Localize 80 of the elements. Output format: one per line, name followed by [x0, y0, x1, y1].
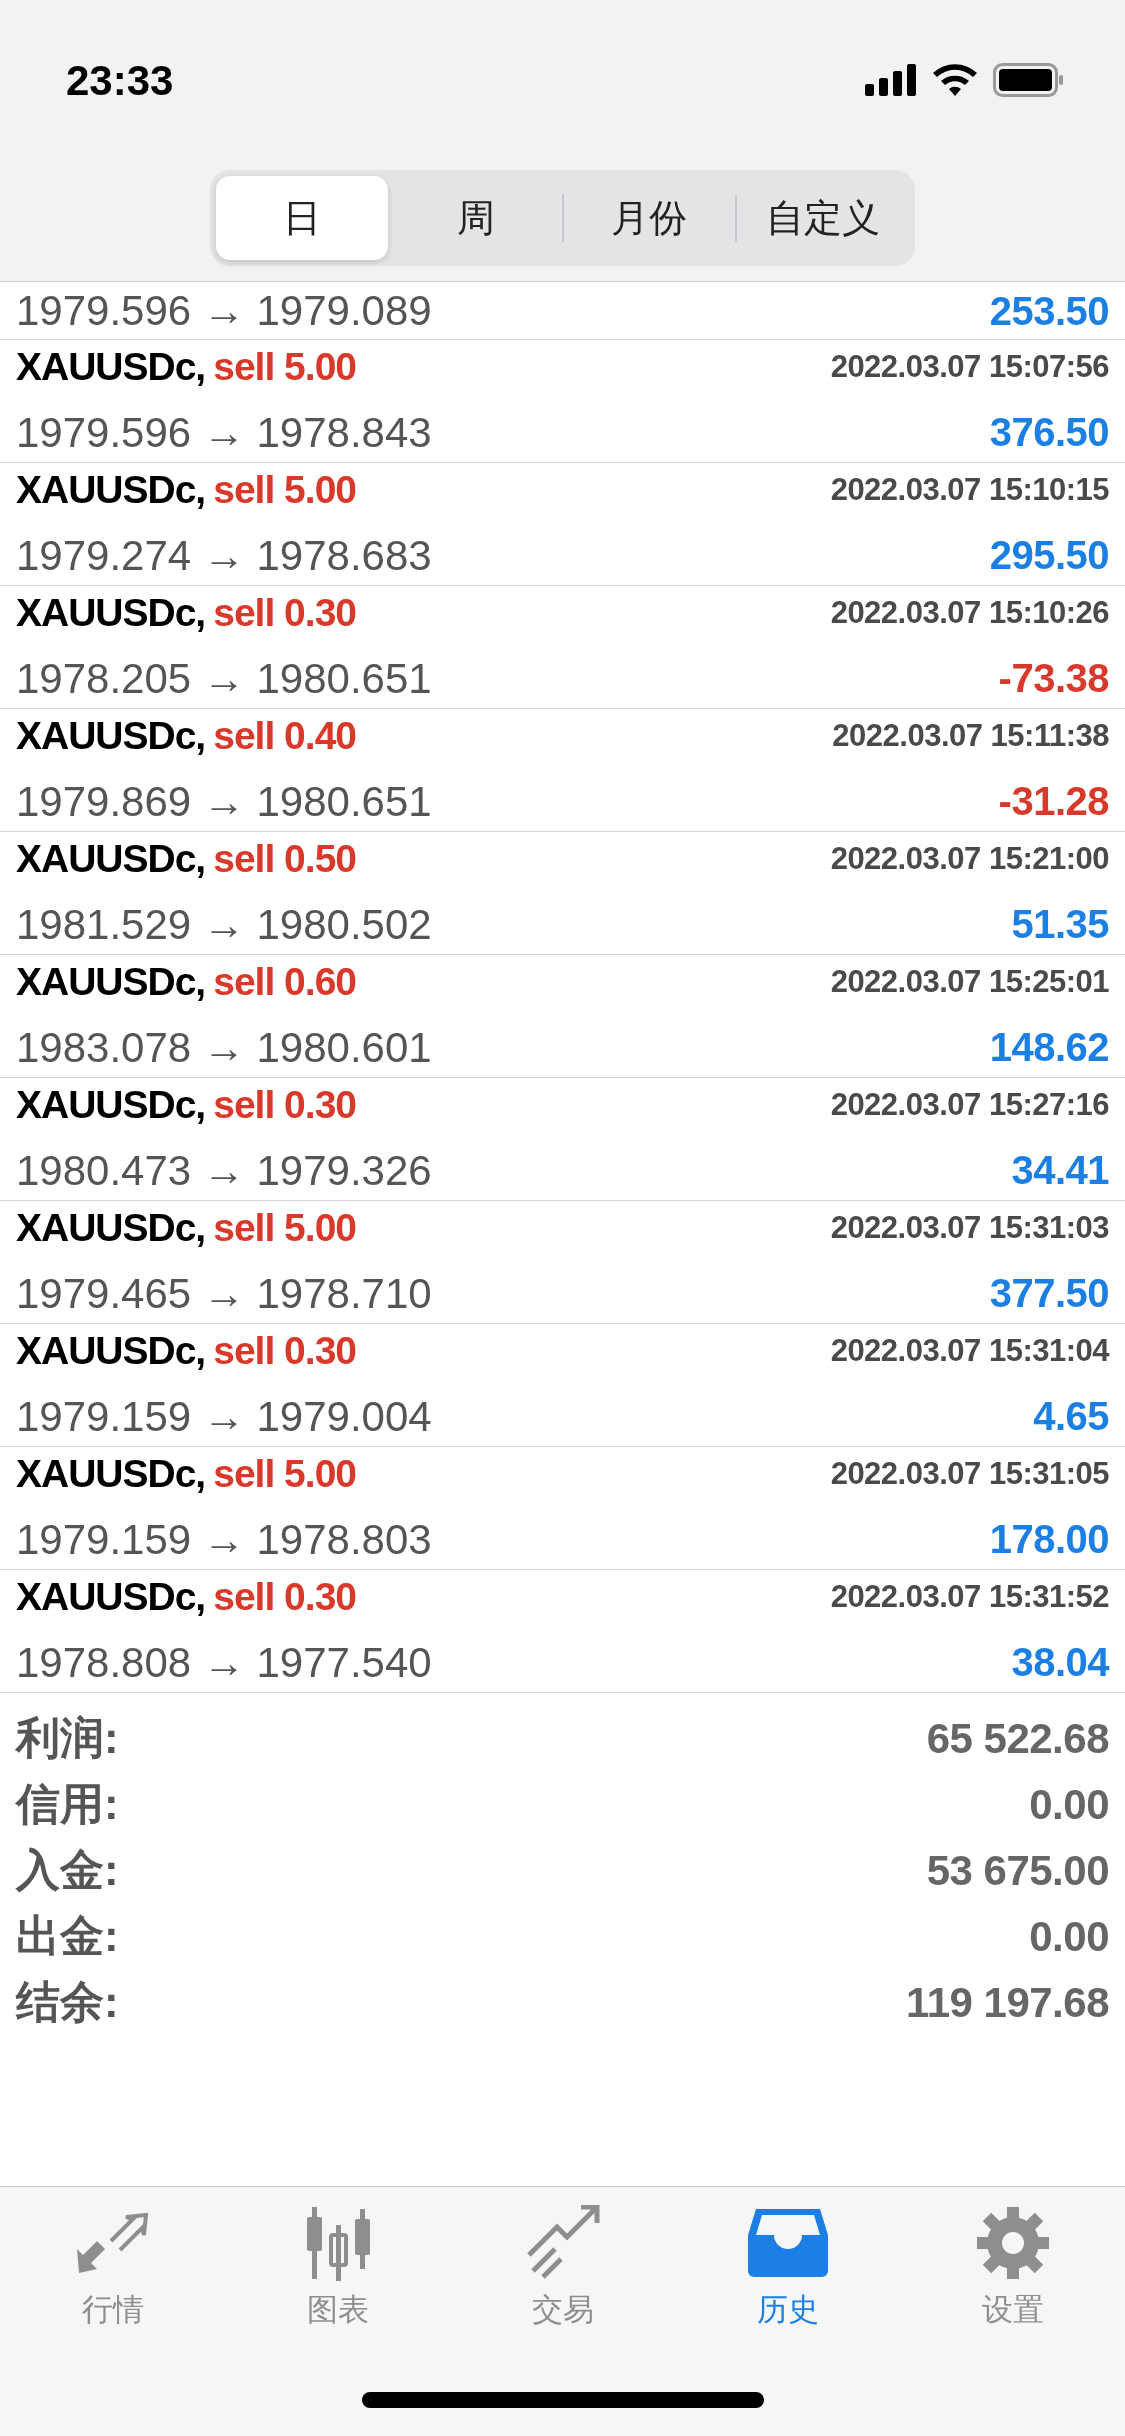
trade-time: 2022.03.07 15:31:52 — [830, 1578, 1109, 1617]
price-range: 1978.808 → 1977.540 — [16, 1637, 432, 1688]
symbol-label: XAUUSDc, — [16, 1082, 206, 1129]
price-range: 1979.159 → 1978.803 — [16, 1514, 432, 1565]
symbol-label: XAUUSDc, — [16, 836, 206, 883]
profit-value: 34.41 — [1011, 1147, 1109, 1195]
trade-time: 2022.03.07 15:21:00 — [830, 840, 1109, 879]
symbol-label: XAUUSDc, — [16, 1205, 206, 1252]
price-range: 1979.596 → 1979.089 — [16, 286, 432, 336]
order-side: sell 0.30 — [213, 590, 356, 637]
summary-label: 出金: — [16, 1910, 119, 1962]
order-side: sell 5.00 — [213, 1205, 356, 1252]
price-range: 1979.596 → 1978.843 — [16, 407, 432, 458]
wifi-icon — [933, 64, 977, 96]
summary-value: 0.00 — [1029, 1911, 1109, 1962]
price-range: 1979.465 → 1978.710 — [16, 1268, 432, 1319]
trade-time: 2022.03.07 15:31:04 — [830, 1332, 1109, 1371]
trade-time: 2022.03.07 15:10:26 — [830, 594, 1109, 633]
summary-label: 利润: — [16, 1712, 119, 1764]
trade-time: 2022.03.07 15:11:38 — [832, 717, 1109, 756]
price-range: 1979.159 → 1979.004 — [16, 1391, 432, 1442]
order-side: sell 0.60 — [213, 959, 356, 1006]
trade-time: 2022.03.07 15:07:56 — [830, 348, 1109, 387]
profit-value: 178.00 — [989, 1516, 1109, 1564]
order-side: sell 0.30 — [213, 1328, 356, 1375]
nav-tab[interactable]: 设置 — [900, 2187, 1125, 2335]
status-time: 23:33 — [66, 55, 174, 106]
order-side: sell 5.00 — [213, 467, 356, 514]
period-tab[interactable]: 日 — [216, 176, 388, 260]
price-range: 1978.205 → 1980.651 — [16, 653, 432, 704]
symbol-label: XAUUSDc, — [16, 959, 206, 1006]
symbol-label: XAUUSDc, — [16, 1328, 206, 1375]
profit-value: -73.38 — [998, 655, 1109, 703]
nav-tab[interactable]: 图表 — [225, 2187, 450, 2335]
price-range: 1983.078 → 1980.601 — [16, 1022, 432, 1073]
period-tab[interactable]: 月份 — [563, 176, 736, 260]
order-side: sell 5.00 — [213, 344, 356, 391]
period-tab[interactable]: 自定义 — [737, 176, 909, 260]
summary-value: 0.00 — [1029, 1779, 1109, 1830]
profit-value: 148.62 — [989, 1024, 1109, 1072]
trade-time: 2022.03.07 15:27:16 — [830, 1086, 1109, 1125]
trade-time: 2022.03.07 15:10:15 — [830, 471, 1109, 510]
trade-time: 2022.03.07 15:25:01 — [830, 963, 1109, 1002]
period-tab[interactable]: 周 — [389, 176, 562, 260]
signal-icon — [865, 64, 917, 96]
profit-value: 376.50 — [989, 409, 1109, 457]
nav-tab[interactable]: 行情 — [0, 2187, 225, 2335]
summary-value: 119 197.68 — [906, 1977, 1109, 2028]
symbol-label: XAUUSDc, — [16, 467, 206, 514]
order-side: sell 0.30 — [213, 1082, 356, 1129]
symbol-label: XAUUSDc, — [16, 713, 206, 760]
nav-tab[interactable]: 交易 — [450, 2187, 675, 2335]
price-range: 1980.473 → 1979.326 — [16, 1145, 432, 1196]
profit-value: -31.28 — [998, 778, 1109, 826]
price-range: 1979.869 → 1980.651 — [16, 776, 432, 827]
symbol-label: XAUUSDc, — [16, 590, 206, 637]
profit-value: 253.50 — [989, 287, 1109, 335]
summary-value: 65 522.68 — [926, 1713, 1109, 1764]
summary-label: 信用: — [16, 1778, 119, 1830]
summary-value: 53 675.00 — [926, 1845, 1109, 1896]
nav-tab[interactable]: 历史 — [675, 2187, 900, 2335]
symbol-label: XAUUSDc, — [16, 1451, 206, 1498]
profit-value: 38.04 — [1011, 1639, 1109, 1687]
summary-label: 入金: — [16, 1844, 119, 1896]
symbol-label: XAUUSDc, — [16, 1574, 206, 1621]
profit-value: 377.50 — [989, 1270, 1109, 1318]
battery-icon — [993, 63, 1065, 97]
order-side: sell 0.40 — [213, 713, 356, 760]
symbol-label: XAUUSDc, — [16, 344, 206, 391]
price-range: 1981.529 → 1980.502 — [16, 899, 432, 950]
summary-label: 结余: — [16, 1976, 119, 2028]
profit-value: 4.65 — [1033, 1393, 1109, 1441]
profit-value: 295.50 — [989, 532, 1109, 580]
price-range: 1979.274 → 1978.683 — [16, 530, 432, 581]
trade-time: 2022.03.07 15:31:03 — [830, 1209, 1109, 1248]
profit-value: 51.35 — [1011, 901, 1109, 949]
trade-time: 2022.03.07 15:31:05 — [830, 1455, 1109, 1494]
order-side: sell 0.30 — [213, 1574, 356, 1621]
order-side: sell 0.50 — [213, 836, 356, 883]
order-side: sell 5.00 — [213, 1451, 356, 1498]
